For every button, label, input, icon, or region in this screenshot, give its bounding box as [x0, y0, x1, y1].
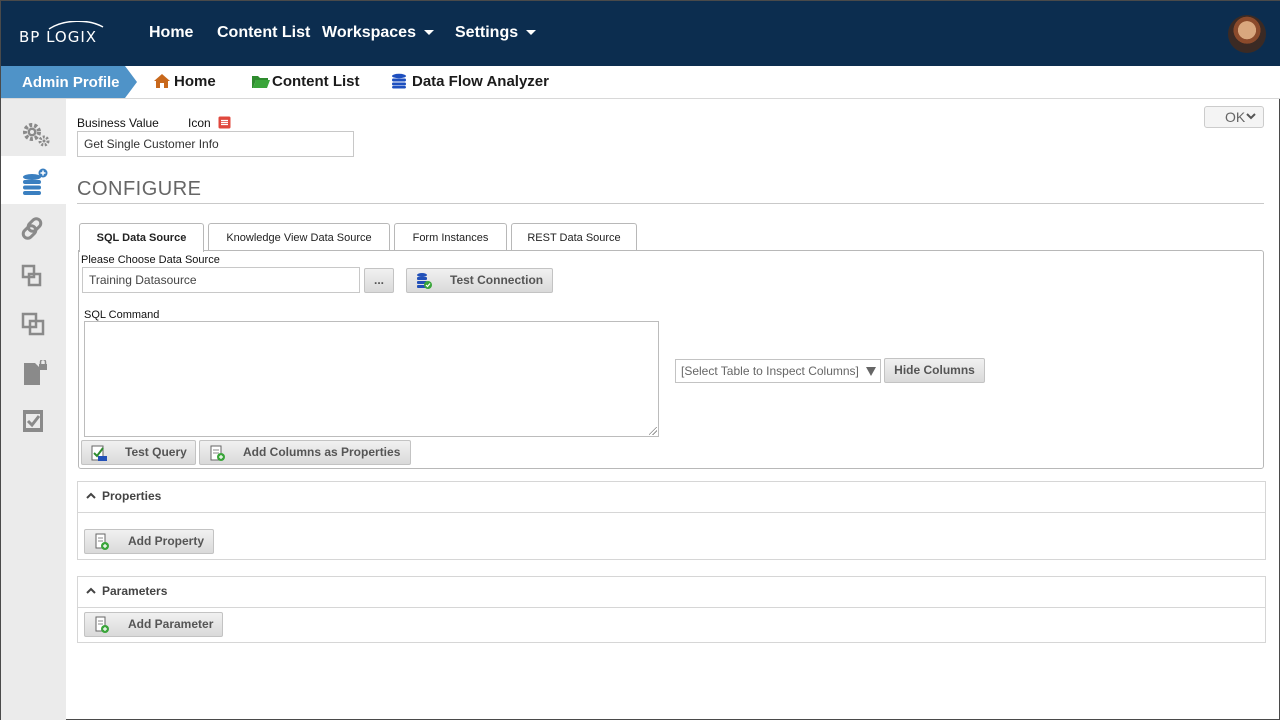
link-icon [21, 217, 43, 240]
user-avatar[interactable] [1228, 15, 1266, 53]
checklist-icon [23, 410, 43, 432]
business-value-label: Business Value [77, 116, 159, 130]
add-document-icon [210, 445, 225, 461]
ok-button[interactable]: OK [1204, 106, 1264, 128]
query-check-icon [91, 445, 107, 461]
data-source-input[interactable]: Training Datasource [82, 267, 360, 293]
app-window: BP LOGIX Home Content List Workspaces Se… [0, 0, 1280, 720]
admin-profile-crumb[interactable]: Admin Profile [1, 66, 137, 98]
chevron-down-icon [526, 30, 537, 36]
folder-icon [252, 76, 270, 88]
add-parameter-label: Add Parameter [128, 617, 214, 631]
chevron-down-icon [423, 30, 434, 36]
properties-panel-header[interactable]: Properties [78, 482, 1265, 513]
add-property-button[interactable]: Add Property [84, 529, 214, 554]
table-icon[interactable] [218, 116, 231, 129]
properties-title: Properties [102, 489, 162, 503]
icon-label: Icon [188, 116, 211, 130]
admin-profile-label: Admin Profile [22, 74, 120, 91]
sidebar-item-copy[interactable] [1, 300, 66, 348]
configure-heading: CONFIGURE [77, 178, 202, 200]
add-columns-label: Add Columns as Properties [243, 445, 401, 459]
document-lock-icon [24, 360, 47, 385]
add-parameter-icon [95, 616, 109, 633]
browse-data-source-button[interactable]: ... [364, 268, 394, 293]
nav-settings-label: Settings [455, 24, 519, 41]
tab-rest-data-source[interactable]: REST Data Source [511, 223, 637, 251]
database-check-icon [417, 273, 432, 289]
sql-command-label: SQL Command [84, 309, 160, 321]
nav-workspaces-label: Workspaces [322, 24, 416, 41]
hide-columns-button[interactable]: Hide Columns [884, 358, 985, 383]
add-property-label: Add Property [128, 534, 205, 548]
dropdown-arrow-icon [866, 367, 876, 376]
top-navbar: BP LOGIX Home Content List Workspaces Se… [1, 1, 1280, 66]
add-parameter-button[interactable]: Add Parameter [84, 612, 223, 637]
crumb-home[interactable]: Home [174, 73, 216, 90]
sidebar-item-links[interactable] [1, 204, 66, 252]
crumb-content-list[interactable]: Content List [272, 73, 360, 90]
parameters-panel: Parameters Add Parameter [77, 576, 1266, 643]
table-select-value: [Select Table to Inspect Columns] [681, 364, 859, 378]
sidebar-item-checklist[interactable] [1, 396, 66, 444]
chevron-up-icon [86, 492, 96, 499]
table-select[interactable]: [Select Table to Inspect Columns] [675, 359, 881, 383]
parameters-title: Parameters [102, 584, 168, 598]
sidebar-item-data-source[interactable] [1, 156, 66, 204]
tab-sql-data-source[interactable]: SQL Data Source [79, 223, 204, 252]
chevron-down-icon [1246, 113, 1256, 120]
tab-form-instances[interactable]: Form Instances [394, 223, 507, 251]
left-sidebar [1, 99, 66, 720]
bplogix-logo[interactable]: BP LOGIX [19, 21, 109, 47]
sidebar-item-settings[interactable] [1, 108, 66, 156]
parameters-panel-header[interactable]: Parameters [78, 577, 1265, 608]
connect-icon [21, 264, 42, 287]
sidebar-item-connect[interactable] [1, 252, 66, 300]
home-icon [154, 74, 170, 88]
add-columns-button[interactable]: Add Columns as Properties [199, 440, 411, 465]
sql-command-textarea[interactable] [84, 321, 659, 437]
test-connection-label: Test Connection [450, 273, 544, 287]
properties-panel: Properties Add Property [77, 481, 1266, 560]
logo-text: BP LOGIX [19, 28, 98, 46]
crumb-data-flow-analyzer[interactable]: Data Flow Analyzer [412, 73, 549, 90]
business-value-input[interactable]: Get Single Customer Info [77, 131, 354, 157]
nav-workspaces[interactable]: Workspaces [322, 24, 434, 42]
nav-settings[interactable]: Settings [455, 24, 537, 42]
database-add-icon [23, 168, 48, 195]
test-query-button[interactable]: Test Query [81, 440, 196, 465]
breadcrumb-bar: Admin Profile Home Content List Data Flo… [1, 66, 1280, 99]
gears-icon [23, 123, 50, 147]
nav-home[interactable]: Home [149, 24, 193, 42]
database-icon [392, 73, 406, 89]
sidebar-item-document-lock[interactable] [1, 348, 66, 396]
data-source-label: Please Choose Data Source [81, 254, 220, 266]
test-connection-button[interactable]: Test Connection [406, 268, 553, 293]
chevron-up-icon [86, 587, 96, 594]
test-query-label: Test Query [125, 445, 187, 459]
ok-label: OK [1225, 109, 1246, 125]
resize-grip-icon[interactable] [649, 427, 657, 435]
section-divider [77, 203, 1264, 204]
add-property-icon [95, 533, 109, 550]
nav-content-list[interactable]: Content List [217, 24, 310, 42]
copy-icon [21, 312, 45, 336]
tab-knowledge-view-data-source[interactable]: Knowledge View Data Source [208, 223, 390, 251]
